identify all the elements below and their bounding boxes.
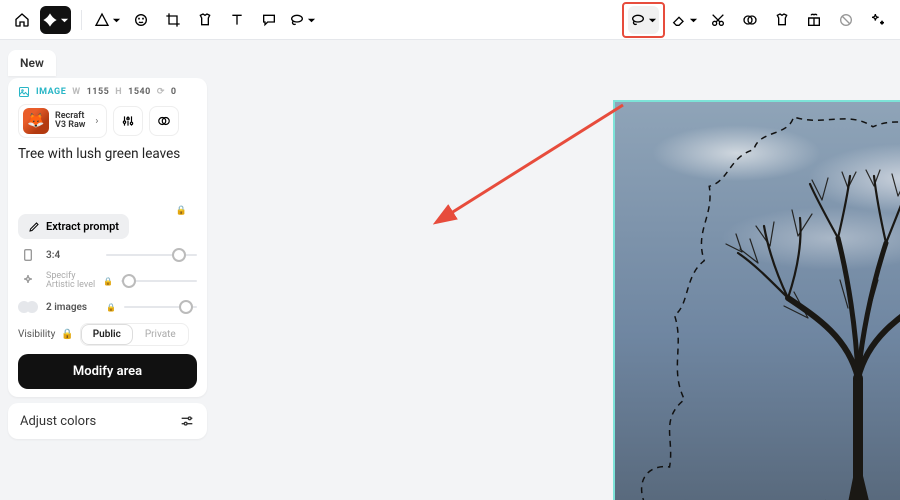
magic-tool-icon[interactable] [864, 6, 892, 34]
image-width: 1155 [87, 87, 110, 97]
lasso-tool-left-icon[interactable] [287, 6, 318, 34]
lock-icon: 🔒 [106, 303, 116, 312]
image-height: 1540 [128, 87, 151, 97]
count-slider[interactable] [124, 306, 197, 308]
face-tool-icon[interactable] [127, 6, 155, 34]
top-toolbar [0, 0, 900, 40]
gift-tool-icon[interactable] [800, 6, 828, 34]
model-thumbnail: 🦊 [23, 108, 49, 134]
count-slider-row[interactable]: 2 images 🔒 [18, 297, 197, 317]
image-meta-row: IMAGE W 1155 H 1540 ⟳ 0 [18, 86, 197, 98]
cut-tool-icon[interactable] [704, 6, 732, 34]
sparkle-icon [18, 271, 38, 291]
artistic-slider-row[interactable]: Specify Artistic level 🔒 [18, 271, 197, 291]
settings-sliders-button[interactable] [113, 106, 143, 136]
lock-icon: 🔒 [103, 277, 113, 286]
visibility-private[interactable]: Private [133, 324, 188, 345]
chevron-down-icon [689, 10, 698, 29]
count-icon [18, 297, 38, 317]
side-panel: New IMAGE W 1155 H 1540 ⟳ 0 🦊 Re [0, 40, 215, 500]
aspect-slider[interactable] [106, 254, 197, 256]
lasso-tool-highlight [622, 2, 665, 38]
extract-prompt-button[interactable]: Extract prompt [18, 214, 129, 239]
generation-card: IMAGE W 1155 H 1540 ⟳ 0 🦊 Recraft V3 Raw [8, 78, 207, 397]
chevron-down-icon [60, 10, 69, 29]
chevron-down-icon [307, 10, 316, 29]
tshirt-tool-icon[interactable] [191, 6, 219, 34]
artistic-slider[interactable] [121, 280, 197, 282]
chevron-down-icon [648, 10, 657, 29]
visibility-label: Visibility [18, 329, 55, 340]
image-rotation: 0 [171, 87, 177, 97]
adjust-colors-label: Adjust colors [20, 414, 96, 429]
disabled-tool-icon [832, 6, 860, 34]
prompt-input[interactable]: Tree with lush green leaves [18, 146, 197, 208]
visibility-segment[interactable]: Public Private [80, 323, 189, 346]
lasso-tool-button[interactable] [628, 6, 659, 34]
sliders-icon [179, 413, 195, 429]
annotation-arrow [433, 95, 633, 235]
text-tool-icon[interactable] [223, 6, 251, 34]
count-label: 2 images [46, 302, 98, 313]
image-frame[interactable]: Generating... [613, 100, 900, 500]
ai-tool-button[interactable] [40, 6, 71, 34]
aspect-icon [18, 245, 38, 265]
shape-tool-icon[interactable] [92, 6, 123, 34]
aspect-slider-row[interactable]: 3:4 [18, 245, 197, 265]
mask-tool-icon[interactable] [736, 6, 764, 34]
pen-icon [28, 221, 40, 233]
modify-area-button[interactable]: Modify area [18, 354, 197, 389]
image-label: IMAGE [36, 87, 66, 97]
canvas-area[interactable]: Generating... [215, 40, 900, 500]
home-icon[interactable] [8, 6, 36, 34]
mockup-tool-icon[interactable] [768, 6, 796, 34]
lock-icon: 🔒 [61, 329, 73, 340]
comment-tool-icon[interactable] [255, 6, 283, 34]
visibility-public[interactable]: Public [81, 324, 133, 345]
lock-icon: 🔒 [176, 206, 187, 216]
eraser-tool-icon[interactable] [669, 6, 700, 34]
crop-tool-icon[interactable] [159, 6, 187, 34]
adjust-colors-card[interactable]: Adjust colors [8, 403, 207, 439]
image-icon [18, 86, 30, 98]
style-button[interactable] [149, 106, 179, 136]
chevron-right-icon: › [91, 116, 102, 127]
model-name-line2: V3 Raw [55, 121, 85, 130]
aspect-label: 3:4 [46, 250, 98, 261]
tab-new[interactable]: New [8, 50, 56, 76]
lasso-selection [615, 102, 900, 500]
model-selector[interactable]: 🦊 Recraft V3 Raw › [18, 104, 107, 138]
chevron-down-icon [112, 10, 121, 29]
